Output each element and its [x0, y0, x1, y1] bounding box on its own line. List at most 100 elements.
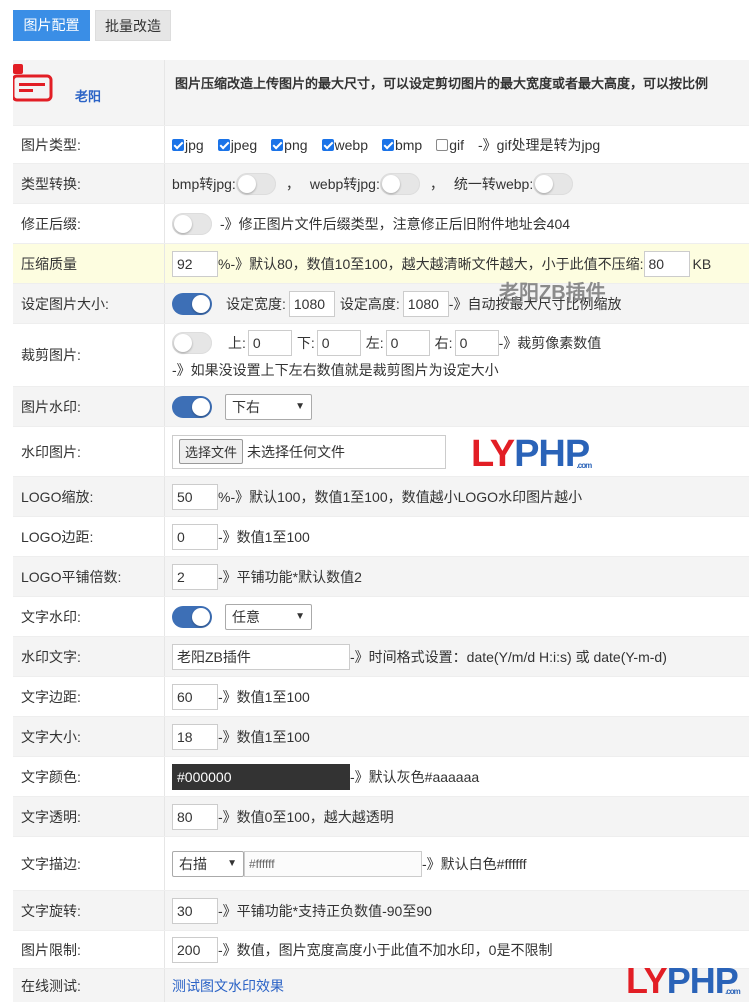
col-divider: [164, 969, 165, 1002]
col-divider: [164, 797, 165, 836]
stroke-color-input[interactable]: #ffffff: [244, 850, 422, 877]
file-picker[interactable]: 选择文件 未选择任何文件: [172, 434, 446, 469]
text-rotate-cell: 30 -》平铺功能*支持正负数值-90至90: [172, 891, 432, 930]
text-rotate-input[interactable]: 30: [172, 897, 218, 924]
logo-com: .com: [576, 461, 593, 470]
text-position-select[interactable]: 任意 ▼: [225, 603, 312, 630]
tab-bar: 图片配置 批量改造: [13, 10, 171, 41]
row-image-type: 图片类型: jpg jpeg png webp bmp gif -》gif处理是…: [13, 126, 749, 164]
crop-bottom-label: 下:: [296, 335, 315, 351]
text-color-note: -》默认灰色#aaaaaa: [350, 768, 480, 785]
image-size-toggle[interactable]: [172, 292, 212, 315]
row-logo-scale: LOGO缩放: 50 %-》默认100，数值1至100，数值越小LOGO水印图片…: [13, 477, 749, 517]
row-label: 图片类型:: [21, 136, 81, 153]
height-input[interactable]: 1080: [402, 290, 449, 317]
gif-note: -》gif处理是转为jpg: [478, 136, 601, 153]
crop-toggle[interactable]: [172, 332, 212, 354]
min-size-input[interactable]: 80: [643, 250, 690, 277]
col-divider: [164, 477, 165, 516]
width-label: 设定宽度:: [226, 295, 286, 312]
image-type-options: jpg jpeg png webp bmp gif -》gif处理是转为jpg: [172, 126, 600, 163]
row-text-watermark: 文字水印: 任意 ▼: [13, 597, 749, 637]
logo-tile-input[interactable]: 2: [172, 563, 218, 590]
row-label: 文字透明:: [21, 808, 81, 825]
logo-scale-input[interactable]: 50: [172, 483, 218, 510]
width-input[interactable]: 1080: [288, 290, 335, 317]
row-text-size: 文字大小: 18 -》数值1至100: [13, 717, 749, 757]
img-limit-cell: 200 -》数值，图片宽度高度小于此值不加水印，0是不限制: [172, 931, 552, 968]
text-opacity-input[interactable]: 80: [172, 803, 218, 830]
row-logo-margin: LOGO边距: 0 -》数值1至100: [13, 517, 749, 557]
col-divider: [164, 757, 165, 796]
image-limit-input[interactable]: 200: [172, 936, 218, 963]
checkbox-png[interactable]: [271, 138, 284, 151]
crop-right-input[interactable]: 0: [454, 330, 499, 356]
lyphp-logo: LYPHP .com: [471, 433, 593, 476]
tab-batch-modify[interactable]: 批量改造: [95, 10, 171, 41]
type-gif: gif: [449, 136, 465, 153]
row-text-color: 文字颜色: #000000 -》默认灰色#aaaaaa: [13, 757, 749, 797]
watermark-position-select[interactable]: 下右 ▼: [225, 393, 312, 420]
row-label: 图片水印:: [21, 398, 81, 415]
text-wm-cell: 任意 ▼: [172, 597, 312, 636]
tab-image-config[interactable]: 图片配置: [13, 10, 90, 41]
text-size-cell: 18 -》数值1至100: [172, 717, 310, 756]
col-divider: [164, 324, 165, 386]
image-watermark-toggle[interactable]: [172, 395, 212, 418]
wm-text-cell: 老阳ZB插件 -》时间格式设置：date(Y/m/d H:i:s) 或 date…: [172, 637, 667, 676]
checkbox-jpeg[interactable]: [217, 138, 230, 151]
row-label: 在线测试:: [21, 977, 81, 994]
height-label: 设定高度:: [339, 295, 400, 312]
text-color-input[interactable]: #000000: [172, 763, 350, 790]
test-watermark-link[interactable]: 测试图文水印效果: [172, 976, 284, 996]
col-divider: [164, 931, 165, 968]
text-size-input[interactable]: 18: [172, 723, 218, 750]
logo-margin-input[interactable]: 0: [172, 523, 218, 550]
crop-left-label: 左:: [365, 335, 384, 351]
chevron-down-icon: ▼: [227, 858, 237, 869]
webp-to-jpg-toggle[interactable]: [379, 172, 420, 195]
watermark-text-input[interactable]: 老阳ZB插件: [172, 643, 350, 670]
image-limit-note: -》数值，图片宽度高度小于此值不加水印，0是不限制: [218, 941, 553, 958]
text-stroke-cell: 右描 ▼ #ffffff -》默认白色#ffffff: [172, 837, 527, 890]
checkbox-bmp[interactable]: [381, 138, 394, 151]
row-label: 文字大小:: [21, 728, 81, 745]
text-position-value: 任意: [232, 608, 260, 625]
bmp-to-jpg-label: bmp转jpg:: [172, 175, 236, 192]
crop-left-input[interactable]: 0: [385, 330, 430, 356]
fix-suffix-toggle[interactable]: [172, 212, 212, 235]
row-label: 文字边距:: [21, 688, 81, 705]
row-logo-tile: LOGO平铺倍数: 2 -》平铺功能*默认数值2: [13, 557, 749, 597]
text-size-note: -》数值1至100: [218, 728, 310, 745]
text-watermark-toggle[interactable]: [172, 605, 212, 628]
file-status: 未选择任何文件: [247, 443, 346, 460]
type-jpg: jpg: [185, 136, 204, 153]
quality-input[interactable]: 92: [172, 250, 218, 277]
logo-scale-note: %-》默认100，数值1至100，数值越小LOGO水印图片越小: [218, 488, 583, 505]
text-opacity-note: -》数值0至100，越大越透明: [218, 808, 394, 825]
col-divider: [164, 244, 165, 283]
header-divider: [164, 60, 165, 125]
crop-top-input[interactable]: 0: [247, 330, 292, 356]
min-size-unit: KB: [692, 255, 712, 272]
crop-note: -》裁剪像素数值: [498, 335, 602, 351]
checkbox-webp[interactable]: [321, 138, 334, 151]
suffix-cell: -》修正图片文件后缀类型，注意修正后旧附件地址会404: [172, 204, 570, 243]
header-row: 老阳 图片压缩改造上传图片的最大尺寸，可以设定剪切图片的最大宽度或者最大高度，可…: [11, 60, 749, 126]
lyphp-corner-logo: LYPHP .com: [626, 960, 741, 1002]
all-to-webp-toggle[interactable]: [533, 172, 574, 195]
checkbox-gif[interactable]: [436, 138, 449, 151]
checkbox-jpg[interactable]: [172, 138, 184, 151]
row-label: 文字颜色:: [21, 768, 81, 785]
col-divider: [164, 597, 165, 636]
row-label: LOGO边距:: [21, 528, 94, 545]
choose-file-button[interactable]: 选择文件: [179, 439, 244, 464]
text-rotate-note: -》平铺功能*支持正负数值-90至90: [218, 902, 432, 919]
row-label: 裁剪图片:: [21, 347, 81, 363]
bmp-to-jpg-toggle[interactable]: [235, 172, 276, 195]
text-margin-input[interactable]: 60: [172, 683, 218, 710]
crop-bottom-input[interactable]: 0: [316, 330, 361, 356]
row-label: 类型转换:: [21, 175, 81, 192]
quality-note: %-》默认80，数值10至100，越大越清晰文件越大，小于此值不压缩:: [218, 255, 644, 272]
stroke-mode-select[interactable]: 右描 ▼: [172, 850, 244, 877]
